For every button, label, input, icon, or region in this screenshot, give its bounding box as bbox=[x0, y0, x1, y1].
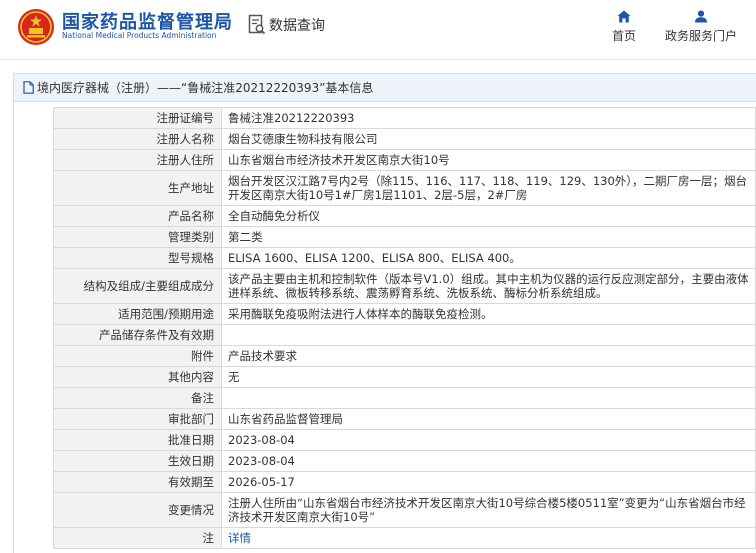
field-label: 审批部门 bbox=[53, 408, 222, 430]
table-row: 注册证编号 鲁械注准20212220393 bbox=[53, 107, 756, 129]
field-label: 产品储存条件及有效期 bbox=[53, 324, 222, 346]
table-row: 有效期至 2026-05-17 bbox=[53, 471, 756, 493]
field-value: 烟台开发区汉江路7号内2号（除115、116、117、118、119、129、1… bbox=[221, 170, 756, 206]
table-row: 适用范围/预期用途 采用酶联免疫吸附法进行人体样本的酶联免疫检测。 bbox=[53, 303, 756, 325]
field-label: 适用范围/预期用途 bbox=[53, 303, 222, 325]
site-header: 国家药品监督管理局 National Medical Products Admi… bbox=[0, 0, 756, 60]
field-value: 鲁械注准20212220393 bbox=[221, 107, 756, 129]
table-row: 结构及组成/主要组成成分 该产品主要由主机和控制软件（版本号V1.0）组成。其中主… bbox=[53, 268, 756, 304]
page-title: 数据查询 bbox=[269, 18, 325, 34]
document-search-icon bbox=[248, 14, 266, 35]
field-value bbox=[221, 324, 756, 346]
field-label: 生产地址 bbox=[53, 170, 222, 206]
user-icon bbox=[695, 10, 707, 23]
field-value: 2023-08-04 bbox=[221, 450, 756, 472]
field-label: 附件 bbox=[53, 345, 222, 367]
field-label: 注册证编号 bbox=[53, 107, 222, 129]
table-row: 生产地址 烟台开发区汉江路7号内2号（除115、116、117、118、119、1… bbox=[53, 170, 756, 206]
site-name-en[interactable]: National Medical Products Administration bbox=[62, 31, 216, 40]
field-label: 型号规格 bbox=[53, 247, 222, 269]
document-icon bbox=[23, 81, 34, 94]
table-row: 生效日期 2023-08-04 bbox=[53, 450, 756, 472]
table-row: 备注 bbox=[53, 387, 756, 409]
details-link[interactable]: 详情 bbox=[228, 531, 251, 545]
field-label: 批准日期 bbox=[53, 429, 222, 451]
field-value: 无 bbox=[221, 366, 756, 388]
table-row: 变更情况 注册人住所由“山东省烟台市经济技术开发区南京大街10号综合楼5楼0511… bbox=[53, 492, 756, 528]
panel-title: 境内医疗器械（注册）——“鲁械注准20212220393”基本信息 bbox=[37, 81, 374, 95]
home-icon bbox=[617, 10, 631, 23]
field-label: 管理类别 bbox=[53, 226, 222, 248]
field-value: 山东省烟台市经济技术开发区南京大街10号 bbox=[221, 149, 756, 171]
table-row: 其他内容无 bbox=[53, 366, 756, 388]
nav-gov-label: 政务服务门户 bbox=[664, 29, 737, 43]
field-value: 2023-08-04 bbox=[221, 429, 756, 451]
field-value bbox=[221, 387, 756, 409]
table-row: 型号规格 ELISA 1600、ELISA 1200、ELISA 800、ELIS… bbox=[53, 247, 756, 269]
field-value: 烟台艾德康生物科技有限公司 bbox=[221, 128, 756, 150]
field-label: 产品名称 bbox=[53, 205, 222, 227]
table-row: 批准日期 2023-08-04 bbox=[53, 429, 756, 451]
national-emblem-icon[interactable] bbox=[17, 8, 55, 46]
field-value: 第二类 bbox=[221, 226, 756, 248]
table-row: 注详情 bbox=[53, 527, 756, 549]
field-label: 注 bbox=[53, 527, 222, 549]
field-value: 2026-05-17 bbox=[221, 471, 756, 493]
nav-home[interactable]: 首页 bbox=[606, 10, 642, 44]
table-row: 注册人名称 烟台艾德康生物科技有限公司 bbox=[53, 128, 756, 150]
field-value: 全自动酶免分析仪 bbox=[221, 205, 756, 227]
panel-header: 境内医疗器械（注册）——“鲁械注准20212220393”基本信息 bbox=[14, 74, 756, 102]
field-label: 备注 bbox=[53, 387, 222, 409]
table-row: 产品储存条件及有效期 bbox=[53, 324, 756, 346]
field-value: 山东省药品监督管理局 bbox=[221, 408, 756, 430]
field-label: 生效日期 bbox=[53, 450, 222, 472]
field-value: 详情 bbox=[221, 527, 756, 549]
table-row: 附件 产品技术要求 bbox=[53, 345, 756, 367]
detail-table: 注册证编号 鲁械注准20212220393 注册人名称 烟台艾德康生物科技有限公司 注册… bbox=[53, 107, 756, 549]
field-label: 注册人名称 bbox=[53, 128, 222, 150]
field-value: 注册人住所由“山东省烟台市经济技术开发区南京大街10号综合楼5楼0511室”变更… bbox=[221, 492, 756, 528]
field-label: 变更情况 bbox=[53, 492, 222, 528]
field-label: 其他内容 bbox=[53, 366, 222, 388]
field-value: 该产品主要由主机和控制软件（版本号V1.0）组成。其中主机为仪器的运行反应测定部… bbox=[221, 268, 756, 304]
field-label: 有效期至 bbox=[53, 471, 222, 493]
field-value: ELISA 1600、ELISA 1200、ELISA 800、ELISA 40… bbox=[221, 247, 756, 269]
nav-gov-service[interactable]: 政务服务门户 bbox=[662, 10, 740, 44]
table-row: 注册人住所 山东省烟台市经济技术开发区南京大街10号 bbox=[53, 149, 756, 171]
field-label: 注册人住所 bbox=[53, 149, 222, 171]
table-row: 审批部门 山东省药品监督管理局 bbox=[53, 408, 756, 430]
nav-home-label: 首页 bbox=[611, 29, 636, 43]
table-row: 管理类别 第二类 bbox=[53, 226, 756, 248]
field-label: 结构及组成/主要组成成分 bbox=[53, 268, 222, 304]
field-value: 产品技术要求 bbox=[221, 345, 756, 367]
table-row: 产品名称 全自动酶免分析仪 bbox=[53, 205, 756, 227]
field-value: 采用酶联免疫吸附法进行人体样本的酶联免疫检测。 bbox=[221, 303, 756, 325]
